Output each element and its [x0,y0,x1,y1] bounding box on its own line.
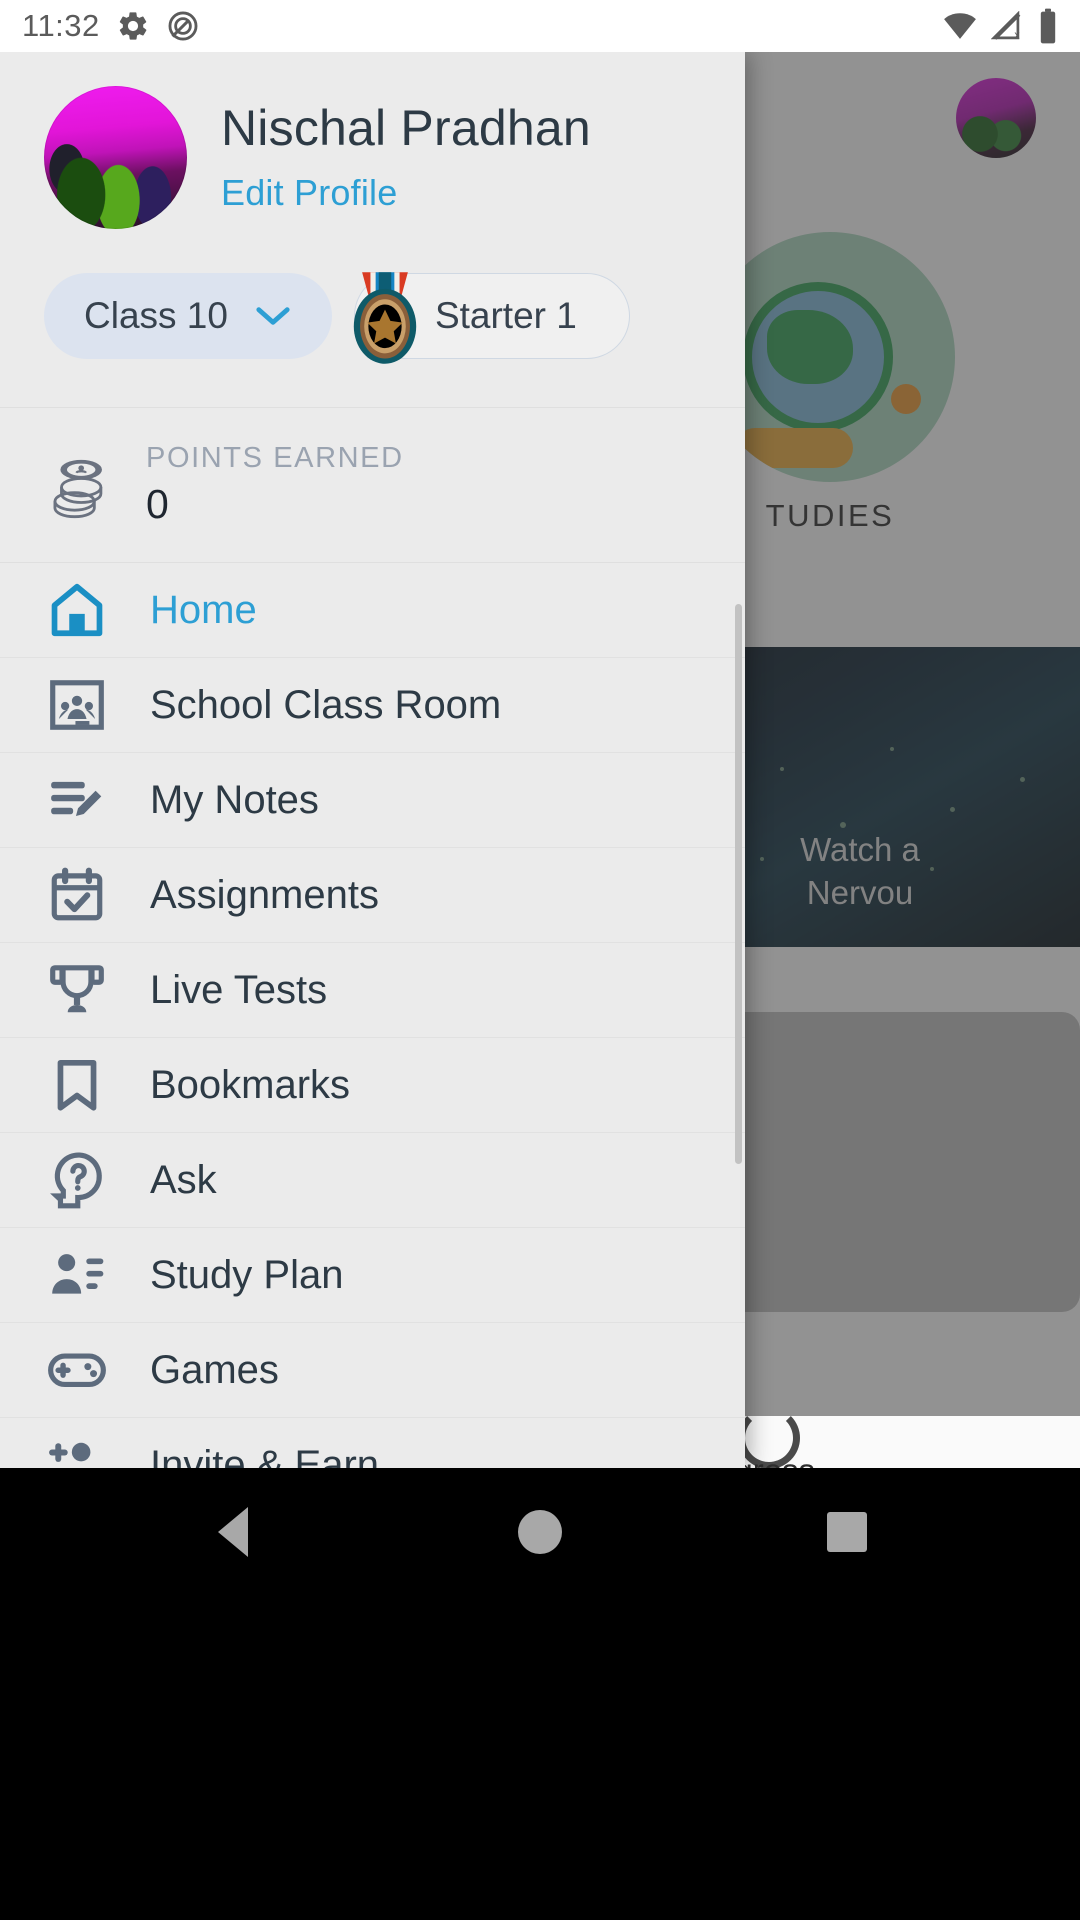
recents-square-icon[interactable] [821,1506,873,1558]
medal-icon [333,266,437,370]
trophy-icon [44,957,110,1023]
calendar-check-icon [44,862,110,928]
sidebar-item-home[interactable]: Home [0,563,745,658]
sidebar-item-label: Assignments [150,873,379,918]
sidebar-item-label: Bookmarks [150,1063,350,1108]
sidebar-item-label: Games [150,1348,279,1393]
rank-badge-pill[interactable]: Starter 1 [354,273,630,359]
battery-icon [1038,8,1058,44]
edit-profile-link[interactable]: Edit Profile [221,172,591,214]
class-selector-chip[interactable]: Class 10 [44,273,332,359]
rank-badge-label: Starter 1 [435,295,577,337]
android-navigation-bar [0,1468,1080,1920]
points-earned-label: POINTS EARNED [146,442,404,475]
sidebar-item-school-class-room[interactable]: School Class Room [0,658,745,753]
gamepad-icon [44,1337,110,1403]
back-triangle-icon[interactable] [207,1506,259,1558]
status-bar: 11:32 x [0,0,1080,52]
points-earned-section: POINTS EARNED 0 [0,407,745,563]
sidebar-item-study-plan[interactable]: Study Plan [0,1228,745,1323]
notes-edit-icon [44,767,110,833]
sidebar-item-label: Invite & Earn [150,1443,379,1469]
status-bar-clock: 11:32 [22,8,100,44]
do-not-disturb-icon [166,9,200,43]
wifi-icon [942,11,978,41]
sidebar-item-label: Study Plan [150,1253,343,1298]
sidebar-item-invite-and-earn[interactable]: Invite & Earn [0,1418,745,1468]
points-earned-value: 0 [146,481,404,528]
drawer-header: Nischal Pradhan Edit Profile Class 10 [0,52,745,359]
chip-row: Class 10 [0,229,745,359]
sidebar-item-games[interactable]: Games [0,1323,745,1418]
home-icon [44,577,110,643]
classroom-icon [44,672,110,738]
person-list-icon [44,1242,110,1308]
drawer-scrollbar[interactable] [735,604,742,1164]
bookmark-icon [44,1052,110,1118]
add-person-icon [44,1432,110,1468]
navigation-drawer: Nischal Pradhan Edit Profile Class 10 [0,52,745,1468]
sidebar-item-assignments[interactable]: Assignments [0,848,745,943]
sidebar-item-my-notes[interactable]: My Notes [0,753,745,848]
cellular-off-icon: x [991,11,1025,41]
profile-row[interactable]: Nischal Pradhan Edit Profile [0,86,745,229]
user-name: Nischal Pradhan [221,101,591,156]
head-question-icon [44,1147,110,1213]
coins-icon [44,450,114,520]
home-circle-icon[interactable] [514,1506,566,1558]
avatar[interactable] [44,86,187,229]
sidebar-item-label: Home [150,588,257,633]
sidebar-item-live-tests[interactable]: Live Tests [0,943,745,1038]
class-selector-label: Class 10 [84,295,228,337]
sidebar-item-bookmarks[interactable]: Bookmarks [0,1038,745,1133]
chevron-down-icon [254,304,292,328]
sidebar-item-label: School Class Room [150,683,501,728]
sidebar-item-label: Live Tests [150,968,327,1013]
svg-text:x: x [1014,30,1020,41]
gear-icon [116,9,150,43]
sidebar-item-label: My Notes [150,778,319,823]
sidebar-item-label: Ask [150,1158,217,1203]
sidebar-item-ask[interactable]: Ask [0,1133,745,1228]
